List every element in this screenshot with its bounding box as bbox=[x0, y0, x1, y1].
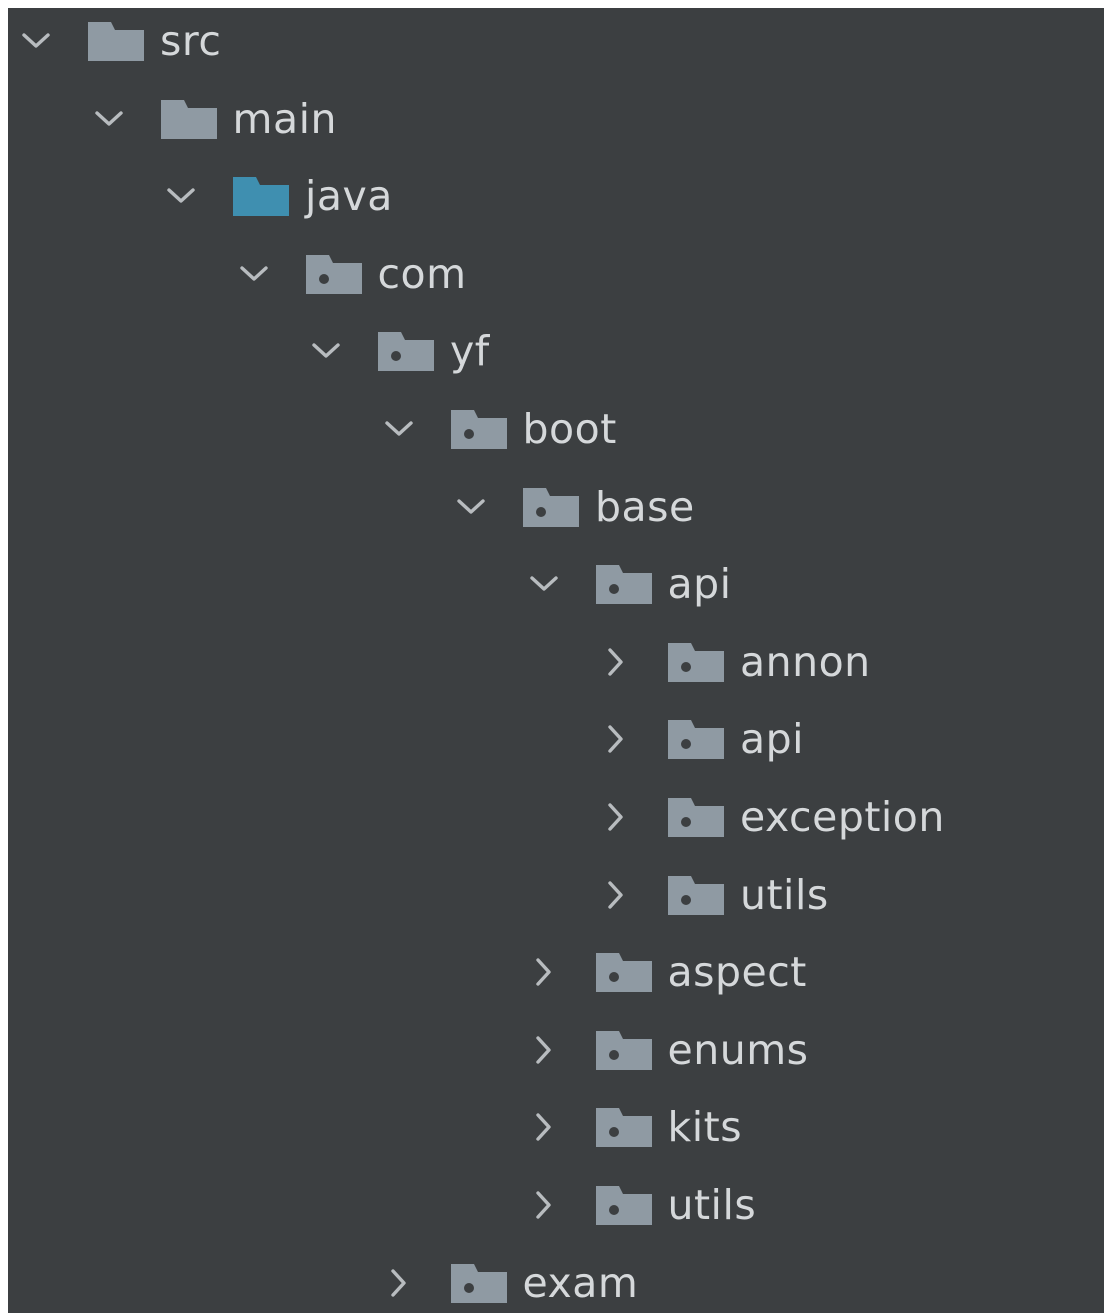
tree-node-src[interactable]: src bbox=[16, 8, 221, 80]
chevron-down-icon[interactable] bbox=[451, 487, 491, 527]
chevron-right-icon[interactable] bbox=[524, 952, 564, 992]
tree-node-kits[interactable]: kits bbox=[524, 1088, 743, 1166]
tree-node-label: kits bbox=[667, 1103, 743, 1152]
package-folder-icon bbox=[595, 1107, 652, 1148]
tree-node-api[interactable]: api bbox=[596, 700, 804, 778]
tree-node-annon[interactable]: annon bbox=[596, 623, 871, 701]
chevron-right-icon[interactable] bbox=[379, 1263, 419, 1303]
package-folder-icon bbox=[668, 797, 724, 837]
chevron-down-icon[interactable] bbox=[306, 331, 346, 371]
tree-node-label: main bbox=[232, 94, 337, 143]
tree-node-label: yf bbox=[450, 327, 490, 376]
folder-icon bbox=[160, 99, 217, 139]
chevron-down-icon[interactable] bbox=[234, 254, 274, 294]
tree-node-base[interactable]: base bbox=[451, 468, 695, 546]
tree-node-com[interactable]: com bbox=[234, 235, 467, 313]
tree-node-yf[interactable]: yf bbox=[306, 312, 490, 390]
tree-node-label: aspect bbox=[667, 948, 807, 997]
chevron-down-icon[interactable] bbox=[524, 564, 564, 604]
package-folder-icon bbox=[523, 487, 579, 527]
tree-node-label: utils bbox=[740, 870, 829, 919]
tree-node-java[interactable]: java bbox=[161, 157, 393, 235]
chevron-right-icon[interactable] bbox=[524, 1030, 564, 1070]
package-folder-icon bbox=[595, 1185, 652, 1225]
package-folder-icon bbox=[668, 875, 724, 915]
tree-node-label: java bbox=[305, 172, 393, 221]
tree-node-label: boot bbox=[522, 405, 617, 453]
tree-node-utils[interactable]: utils bbox=[524, 1166, 757, 1244]
tree-node-label: api bbox=[667, 560, 732, 609]
package-folder-icon bbox=[595, 1030, 652, 1070]
tree-node-api[interactable]: api bbox=[524, 545, 732, 623]
tree-node-boot[interactable]: boot bbox=[379, 390, 617, 468]
tree-node-label: annon bbox=[740, 637, 871, 686]
package-folder-icon bbox=[305, 254, 362, 294]
tree-node-main[interactable]: main bbox=[89, 80, 337, 158]
tree-node-label: src bbox=[160, 17, 222, 65]
chevron-right-icon[interactable] bbox=[524, 1107, 564, 1147]
tree-node-label: utils bbox=[667, 1181, 757, 1229]
tree-node-label: enums bbox=[667, 1025, 809, 1074]
package-folder-icon bbox=[450, 1263, 507, 1303]
package-folder-icon bbox=[595, 564, 652, 605]
chevron-right-icon[interactable] bbox=[596, 719, 636, 759]
chevron-down-icon[interactable] bbox=[16, 21, 56, 61]
package-folder-icon bbox=[378, 331, 434, 372]
folder-icon bbox=[88, 21, 144, 61]
tree-node-exception[interactable]: exception bbox=[596, 778, 945, 856]
tree-node-exam[interactable]: exam bbox=[379, 1244, 639, 1313]
tree-node-label: exam bbox=[522, 1258, 639, 1307]
package-folder-icon bbox=[668, 642, 724, 682]
chevron-down-icon[interactable] bbox=[379, 409, 419, 449]
chevron-right-icon[interactable] bbox=[524, 1185, 564, 1225]
tree-node-aspect[interactable]: aspect bbox=[524, 933, 807, 1011]
chevron-right-icon[interactable] bbox=[596, 875, 636, 915]
tree-node-label: api bbox=[740, 715, 805, 764]
package-folder-icon bbox=[668, 719, 724, 760]
tree-node-utils[interactable]: utils bbox=[596, 856, 829, 934]
package-folder-icon bbox=[595, 952, 652, 993]
chevron-down-icon[interactable] bbox=[89, 99, 129, 139]
tree-node-label: base bbox=[595, 482, 695, 531]
source-root-folder-icon bbox=[233, 176, 289, 217]
tree-node-enums[interactable]: enums bbox=[524, 1011, 809, 1089]
chevron-down-icon[interactable] bbox=[161, 176, 201, 216]
project-tree-panel: src main java com yf boot base api annon api excep… bbox=[8, 8, 1104, 1313]
chevron-right-icon[interactable] bbox=[596, 642, 636, 682]
tree-node-label: com bbox=[377, 249, 467, 298]
chevron-right-icon[interactable] bbox=[596, 797, 636, 837]
tree-node-label: exception bbox=[740, 793, 945, 841]
package-folder-icon bbox=[450, 409, 507, 449]
